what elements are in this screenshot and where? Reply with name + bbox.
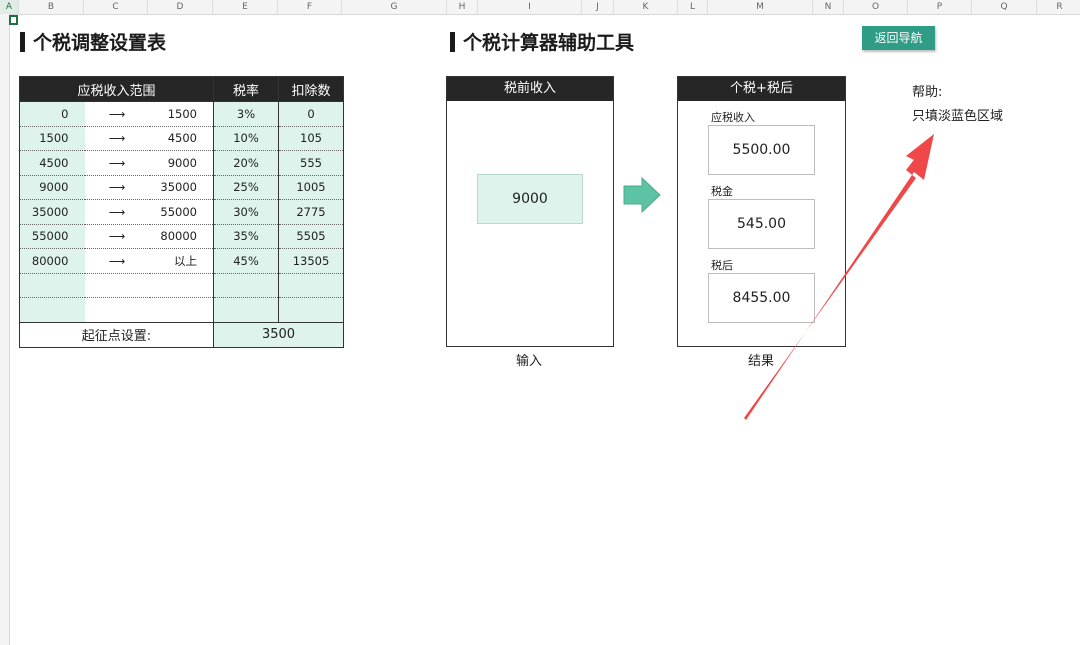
range-arrow-cell: ⟶ xyxy=(84,248,150,274)
range-arrow-cell: ⟶ xyxy=(84,101,150,127)
tax-table-row: 0 ⟶ 1500 3% 0 xyxy=(19,101,344,127)
tax-table-header-row: 应税收入范围 税率 扣除数 xyxy=(19,76,344,102)
tax-rate-cell[interactable]: 10% xyxy=(213,126,279,151)
tax-settings-title: 个税调整设置表 xyxy=(20,28,166,55)
tax-rate-cell[interactable]: 35% xyxy=(213,224,279,249)
column-header-d[interactable]: D xyxy=(148,0,213,14)
tax-table-row: 80000 ⟶ 以上 45% 13505 xyxy=(19,248,344,274)
column-header-n[interactable]: N xyxy=(813,0,844,14)
deduction-cell[interactable] xyxy=(278,297,344,323)
tax-rate-cell[interactable] xyxy=(213,297,279,323)
deduction-cell[interactable] xyxy=(278,273,344,298)
column-header-b[interactable]: B xyxy=(19,0,84,14)
range-high-cell: 以上 xyxy=(149,248,214,274)
column-header-bar: ABCDEFGHIJKLMNOPQR xyxy=(0,0,1080,15)
deduction-header: 扣除数 xyxy=(278,76,344,102)
range-high-cell: 1500 xyxy=(149,101,214,127)
range-arrow-cell: ⟶ xyxy=(84,224,150,249)
range-high-cell xyxy=(149,297,214,323)
deduction-cell[interactable]: 0 xyxy=(278,101,344,127)
annotation-arrow-icon xyxy=(744,134,934,420)
range-low-cell[interactable] xyxy=(19,297,85,323)
deduction-cell[interactable]: 105 xyxy=(278,126,344,151)
tax-table-row xyxy=(19,297,344,323)
back-to-nav-button[interactable]: 返回导航 xyxy=(862,26,935,50)
range-low-cell[interactable]: 80000 xyxy=(19,248,85,274)
tax-rate-cell[interactable]: 3% xyxy=(213,101,279,127)
range-high-cell: 9000 xyxy=(149,150,214,176)
column-header-j[interactable]: J xyxy=(582,0,614,14)
title-bar-icon xyxy=(450,31,455,52)
column-header-r[interactable]: R xyxy=(1037,0,1080,14)
column-header-l[interactable]: L xyxy=(678,0,708,14)
tax-rate-cell[interactable]: 20% xyxy=(213,150,279,176)
column-header-g[interactable]: G xyxy=(342,0,447,14)
range-high-cell xyxy=(149,273,214,298)
tax-table-row xyxy=(19,273,344,298)
range-low-cell[interactable]: 4500 xyxy=(19,150,85,176)
tax-rate-cell[interactable]: 30% xyxy=(213,199,279,225)
column-header-q[interactable]: Q xyxy=(972,0,1037,14)
range-arrow-cell: ⟶ xyxy=(84,199,150,225)
calculator-title: 个税计算器辅助工具 xyxy=(450,28,634,55)
deduction-cell[interactable]: 5505 xyxy=(278,224,344,249)
range-arrow-cell: ⟶ xyxy=(84,175,150,200)
range-arrow-cell xyxy=(84,297,150,323)
deduction-cell[interactable]: 13505 xyxy=(278,248,344,274)
range-low-cell[interactable]: 55000 xyxy=(19,224,85,249)
selected-cell-indicator[interactable] xyxy=(9,15,18,25)
row-header-bar xyxy=(0,14,10,645)
deduction-cell[interactable]: 1005 xyxy=(278,175,344,200)
column-header-a[interactable]: A xyxy=(0,0,19,14)
column-header-o[interactable]: O xyxy=(844,0,908,14)
range-low-cell[interactable] xyxy=(19,273,85,298)
tax-table-row: 55000 ⟶ 80000 35% 5505 xyxy=(19,224,344,249)
tax-settings-title-text: 个税调整设置表 xyxy=(33,32,167,54)
tax-table-row: 35000 ⟶ 55000 30% 2775 xyxy=(19,199,344,225)
calculator-title-text: 个税计算器辅助工具 xyxy=(463,32,635,54)
range-low-cell[interactable]: 1500 xyxy=(19,126,85,151)
title-bar-icon xyxy=(20,31,25,52)
column-header-p[interactable]: P xyxy=(908,0,972,14)
tax-table-row: 9000 ⟶ 35000 25% 1005 xyxy=(19,175,344,200)
range-arrow-cell: ⟶ xyxy=(84,126,150,151)
deduction-cell[interactable]: 555 xyxy=(278,150,344,176)
column-header-c[interactable]: C xyxy=(84,0,148,14)
input-caption: 输入 xyxy=(516,354,543,369)
income-range-header: 应税收入范围 xyxy=(19,76,214,102)
tax-rate-cell[interactable]: 45% xyxy=(213,248,279,274)
range-low-cell[interactable]: 0 xyxy=(19,101,85,127)
column-header-i[interactable]: I xyxy=(478,0,582,14)
column-header-e[interactable]: E xyxy=(213,0,278,14)
input-panel-header: 税前收入 xyxy=(447,77,613,101)
range-low-cell[interactable]: 35000 xyxy=(19,199,85,225)
column-header-f[interactable]: F xyxy=(278,0,342,14)
threshold-label: 起征点设置: xyxy=(19,321,214,348)
range-high-cell: 80000 xyxy=(149,224,214,249)
pretax-income-input[interactable]: 9000 xyxy=(477,174,583,224)
tax-rate-cell[interactable] xyxy=(213,273,279,298)
column-header-m[interactable]: M xyxy=(708,0,813,14)
tax-rate-header: 税率 xyxy=(213,76,279,102)
tax-rate-table: 应税收入范围 税率 扣除数 0 ⟶ 1500 3% 0 1500 ⟶ 4500 10% 105 45… xyxy=(19,76,344,348)
range-high-cell: 4500 xyxy=(149,126,214,151)
flow-arrow-icon xyxy=(623,176,661,214)
range-low-cell[interactable]: 9000 xyxy=(19,175,85,200)
column-header-h[interactable]: H xyxy=(447,0,478,14)
tax-rate-cell[interactable]: 25% xyxy=(213,175,279,200)
result-panel-header: 个税+税后 xyxy=(678,77,845,101)
threshold-row: 起征点设置: 3500 xyxy=(19,321,344,348)
range-arrow-cell: ⟶ xyxy=(84,150,150,176)
range-arrow-cell xyxy=(84,273,150,298)
deduction-cell[interactable]: 2775 xyxy=(278,199,344,225)
threshold-value-cell[interactable]: 3500 xyxy=(213,321,344,348)
range-high-cell: 55000 xyxy=(149,199,214,225)
range-high-cell: 35000 xyxy=(149,175,214,200)
tax-table-row: 1500 ⟶ 4500 10% 105 xyxy=(19,126,344,151)
tax-table-row: 4500 ⟶ 9000 20% 555 xyxy=(19,150,344,176)
column-header-k[interactable]: K xyxy=(614,0,678,14)
help-title: 帮助: xyxy=(912,85,943,100)
